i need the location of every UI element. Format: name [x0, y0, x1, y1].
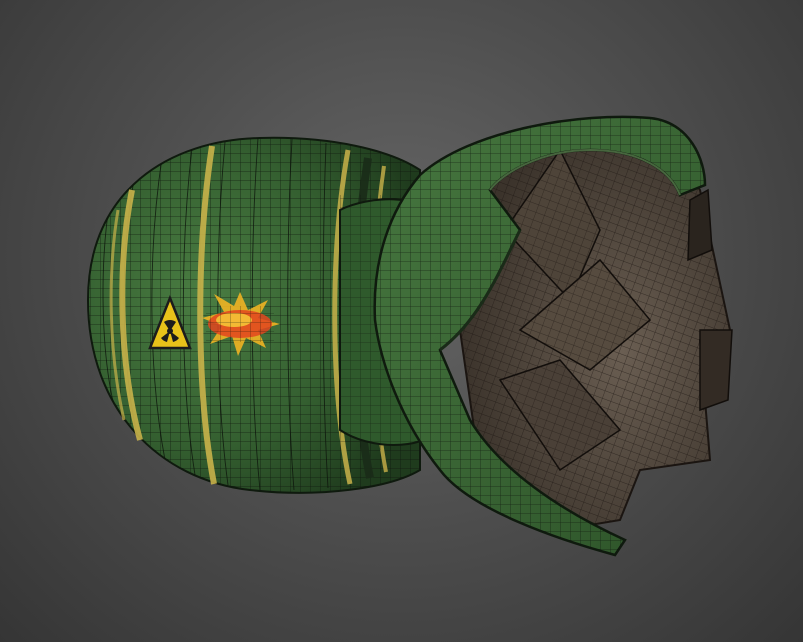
model-render — [86, 115, 733, 557]
3d-viewport[interactable] — [0, 0, 803, 642]
